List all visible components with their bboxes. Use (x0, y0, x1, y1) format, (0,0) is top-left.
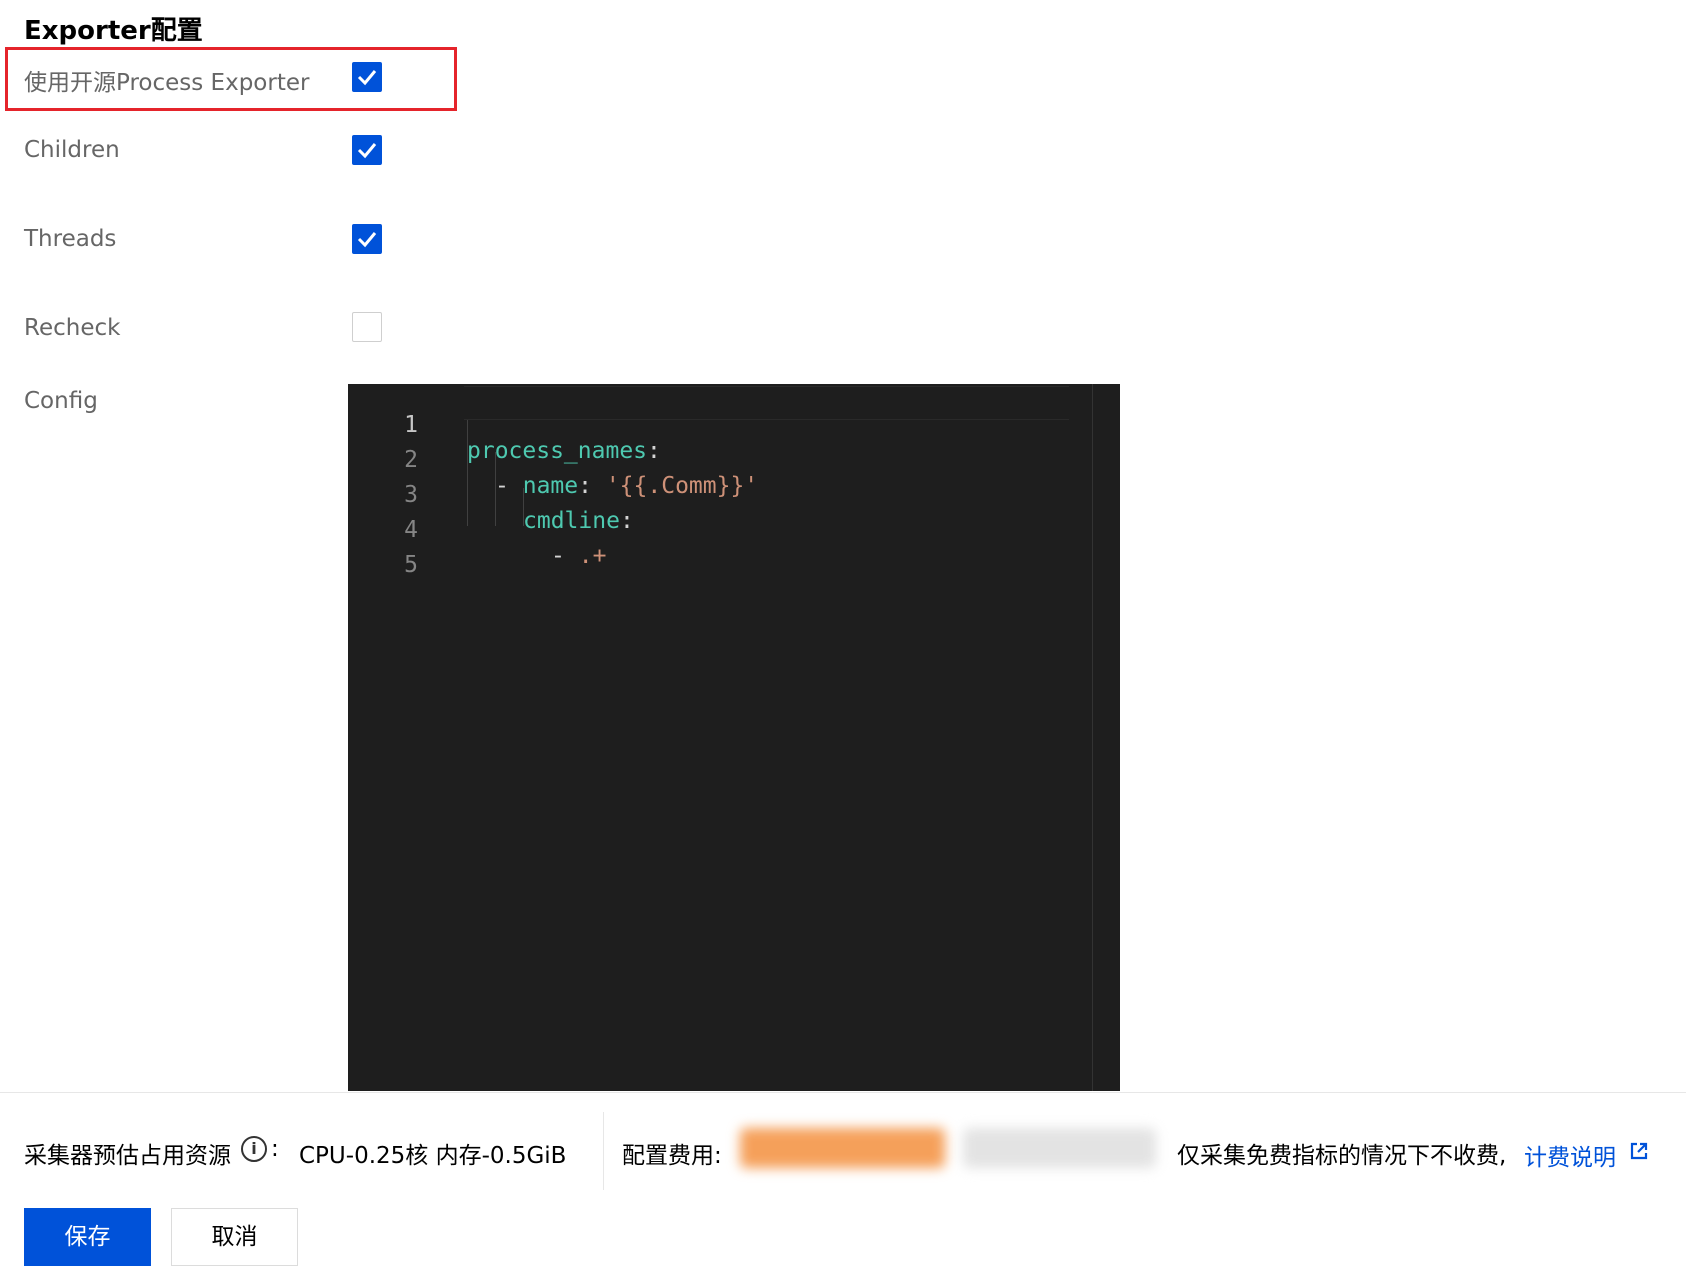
checkmark-icon (357, 232, 377, 248)
code-text: cmdline: (523, 508, 634, 534)
option-label-use-process-exporter: 使用开源Process Exporter (24, 70, 310, 96)
option-label-threads: Threads (24, 226, 117, 252)
resource-value: CPU-0.25核 内存-0.5GiB (299, 1143, 567, 1169)
billing-link[interactable]: 计费说明 (1524, 1138, 1616, 1172)
checkbox-threads[interactable] (352, 224, 382, 254)
current-line-highlight (464, 386, 1069, 420)
cost-detail-redacted (963, 1128, 1156, 1168)
code-line: 5 (348, 526, 418, 578)
checkmark-icon (357, 143, 377, 159)
editor-scroll-track (1092, 384, 1093, 1091)
yaml-colon: : (647, 438, 661, 464)
code-text: - .+ (551, 543, 606, 569)
footer-separator (603, 1112, 604, 1190)
code-line: 1 process_names: (348, 386, 661, 464)
cancel-button[interactable]: 取消 (171, 1208, 298, 1266)
resource-label: 采集器预估占用资源 (24, 1143, 231, 1169)
checkbox-children[interactable] (352, 135, 382, 165)
yaml-string: '{{.Comm}}' (605, 473, 759, 499)
code-text: process_names: (467, 438, 661, 464)
section-title: Exporter配置 (24, 16, 203, 46)
yaml-key: cmdline (523, 508, 620, 534)
info-icon[interactable]: i (241, 1136, 267, 1162)
cost-note: 仅采集免费指标的情况下不收费, (1177, 1143, 1507, 1169)
code-line: 4 - .+ (348, 491, 606, 569)
checkmark-icon (357, 70, 377, 86)
yaml-dash: - (495, 473, 509, 499)
cost-value-redacted (740, 1128, 945, 1168)
yaml-key: name (522, 473, 579, 499)
checkbox-recheck[interactable] (352, 312, 382, 342)
yaml-key: process_names (467, 438, 648, 464)
config-editor[interactable]: 1 process_names: 2 - name: '{{.Comm}}' 3… (348, 384, 1120, 1091)
option-label-recheck: Recheck (24, 315, 121, 341)
line-number: 5 (404, 552, 418, 578)
external-link-icon[interactable] (1629, 1141, 1649, 1161)
yaml-dash: - (551, 543, 565, 569)
footer-divider (0, 1092, 1686, 1093)
config-label: Config (24, 388, 98, 414)
checkbox-use-process-exporter[interactable] (352, 62, 382, 92)
resource-colon: : (271, 1136, 279, 1162)
code-line: 3 cmdline: (348, 456, 634, 534)
yaml-value: .+ (578, 543, 607, 569)
yaml-colon: : (619, 508, 634, 534)
save-button[interactable]: 保存 (24, 1208, 151, 1266)
yaml-colon: : (578, 473, 592, 499)
code-text: - name: '{{.Comm}}' (495, 473, 758, 499)
indent-guide (467, 420, 468, 526)
option-label-children: Children (24, 137, 120, 163)
cost-label: 配置费用: (622, 1143, 722, 1169)
code-line: 2 - name: '{{.Comm}}' (348, 421, 758, 499)
